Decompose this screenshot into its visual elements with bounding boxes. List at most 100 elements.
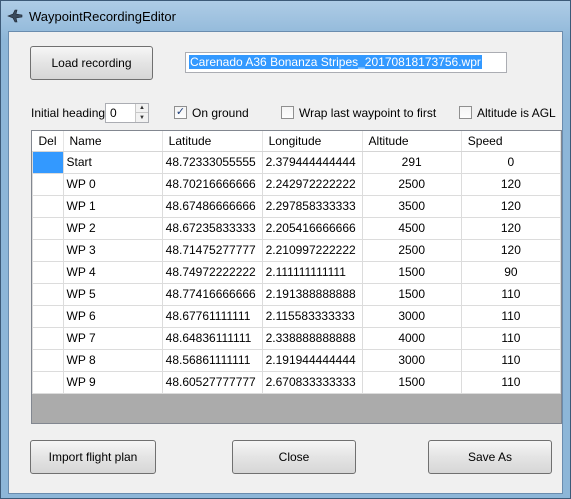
latitude-cell[interactable]: 48.64836111111	[161, 326, 263, 350]
longitude-cell[interactable]: 2.210997222222	[261, 238, 363, 262]
speed-cell[interactable]: 120	[460, 194, 561, 218]
column-header-speed[interactable]: Speed	[461, 131, 561, 152]
wrap-waypoint-checkbox[interactable]	[281, 106, 294, 119]
latitude-cell[interactable]: 48.60527777777	[161, 370, 263, 394]
speed-cell[interactable]: 110	[460, 282, 561, 306]
del-cell[interactable]	[32, 238, 64, 262]
table-row[interactable]: Start 48.72333055555 2.379444444444 291 0	[32, 150, 561, 174]
name-cell[interactable]: WP 7	[62, 326, 163, 350]
name-cell[interactable]: WP 8	[62, 348, 163, 372]
altitude-cell[interactable]: 1500	[361, 282, 462, 306]
column-header-altitude[interactable]: Altitude	[362, 131, 462, 152]
del-cell[interactable]	[32, 216, 64, 240]
latitude-cell[interactable]: 48.72333055555	[161, 150, 263, 174]
table-row[interactable]: WP 2 48.67235833333 2.205416666666 4500 120	[32, 216, 561, 240]
table-row[interactable]: WP 8 48.56861111111 2.191944444444 3000 110	[32, 348, 561, 372]
altitude-cell[interactable]: 3000	[361, 348, 462, 372]
latitude-cell[interactable]: 48.70216666666	[161, 172, 263, 196]
latitude-cell[interactable]: 48.56861111111	[161, 348, 263, 372]
name-cell[interactable]: WP 3	[62, 238, 163, 262]
del-cell[interactable]	[32, 260, 64, 284]
del-cell[interactable]	[32, 172, 64, 196]
speed-cell[interactable]: 110	[460, 348, 561, 372]
close-button[interactable]: Close	[232, 440, 356, 474]
name-cell[interactable]: Start	[62, 150, 163, 174]
altitude-cell[interactable]: 4000	[361, 326, 462, 350]
table-row[interactable]: WP 6 48.67761111111 2.115583333333 3000 110	[32, 304, 561, 328]
altitude-cell[interactable]: 1500	[361, 370, 462, 394]
column-header-del[interactable]: Del	[32, 131, 64, 152]
longitude-cell[interactable]: 2.297858333333	[261, 194, 363, 218]
altitude-cell[interactable]: 4500	[361, 216, 462, 240]
latitude-cell[interactable]: 48.71475277777	[161, 238, 263, 262]
column-header-latitude[interactable]: Latitude	[162, 131, 263, 152]
del-cell[interactable]	[32, 150, 64, 174]
speed-cell[interactable]: 110	[460, 304, 561, 328]
stepper-down-icon[interactable]: ▼	[136, 113, 148, 122]
longitude-cell[interactable]: 2.115583333333	[261, 304, 363, 328]
altitude-cell[interactable]: 291	[361, 150, 462, 174]
speed-cell[interactable]: 120	[460, 216, 561, 240]
speed-cell[interactable]: 120	[460, 238, 561, 262]
latitude-cell[interactable]: 48.67486666666	[161, 194, 263, 218]
on-ground-checkbox[interactable]: ✓	[174, 106, 187, 119]
table-row[interactable]: WP 9 48.60527777777 2.670833333333 1500 110	[32, 370, 561, 394]
filename-field[interactable]: Carenado A36 Bonanza Stripes_20170818173…	[185, 52, 507, 73]
longitude-cell[interactable]: 2.191388888888	[261, 282, 363, 306]
speed-cell[interactable]: 110	[460, 326, 561, 350]
del-cell[interactable]	[32, 348, 64, 372]
table-row[interactable]: WP 0 48.70216666666 2.242972222222 2500 120	[32, 172, 561, 196]
on-ground-label: On ground	[192, 106, 249, 120]
altitude-cell[interactable]: 3000	[361, 304, 462, 328]
table-row[interactable]: WP 1 48.67486666666 2.297858333333 3500 120	[32, 194, 561, 218]
name-cell[interactable]: WP 6	[62, 304, 163, 328]
latitude-cell[interactable]: 48.74972222222	[161, 260, 263, 284]
latitude-cell[interactable]: 48.77416666666	[161, 282, 263, 306]
table-row[interactable]: WP 7 48.64836111111 2.338888888888 4000 110	[32, 326, 561, 350]
altitude-agl-checkbox[interactable]	[459, 106, 472, 119]
speed-cell[interactable]: 0	[460, 150, 561, 174]
longitude-cell[interactable]: 2.111111111111	[261, 260, 363, 284]
longitude-cell[interactable]: 2.338888888888	[261, 326, 363, 350]
column-header-longitude[interactable]: Longitude	[262, 131, 363, 152]
name-cell[interactable]: WP 0	[62, 172, 163, 196]
del-cell[interactable]	[32, 370, 64, 394]
speed-cell[interactable]: 120	[460, 172, 561, 196]
latitude-cell[interactable]: 48.67235833333	[161, 216, 263, 240]
initial-heading-stepper[interactable]: 0 ▲ ▼	[105, 103, 149, 123]
altitude-cell[interactable]: 2500	[361, 172, 462, 196]
latitude-cell[interactable]: 48.67761111111	[161, 304, 263, 328]
speed-cell[interactable]: 90	[460, 260, 561, 284]
del-cell[interactable]	[32, 194, 64, 218]
column-header-name[interactable]: Name	[63, 131, 163, 152]
import-flight-plan-button[interactable]: Import flight plan	[30, 440, 156, 474]
stepper-up-icon[interactable]: ▲	[136, 104, 148, 113]
initial-heading-value: 0	[110, 106, 117, 120]
name-cell[interactable]: WP 4	[62, 260, 163, 284]
name-cell[interactable]: WP 5	[62, 282, 163, 306]
del-cell[interactable]	[32, 326, 64, 350]
del-cell[interactable]	[32, 282, 64, 306]
table-row[interactable]: WP 4 48.74972222222 2.111111111111 1500 90	[32, 260, 561, 284]
title-bar[interactable]: WaypointRecordingEditor	[1, 1, 570, 31]
load-recording-button[interactable]: Load recording	[30, 46, 153, 80]
table-row[interactable]: WP 3 48.71475277777 2.210997222222 2500 120	[32, 238, 561, 262]
altitude-cell[interactable]: 3500	[361, 194, 462, 218]
altitude-cell[interactable]: 1500	[361, 260, 462, 284]
altitude-cell[interactable]: 2500	[361, 238, 462, 262]
name-cell[interactable]: WP 1	[62, 194, 163, 218]
editor-window: WaypointRecordingEditor Load recording C…	[0, 0, 571, 499]
longitude-cell[interactable]: 2.379444444444	[261, 150, 363, 174]
save-as-button[interactable]: Save As	[428, 440, 552, 474]
longitude-cell[interactable]: 2.191944444444	[261, 348, 363, 372]
name-cell[interactable]: WP 9	[62, 370, 163, 394]
longitude-cell[interactable]: 2.670833333333	[261, 370, 363, 394]
longitude-cell[interactable]: 2.205416666666	[261, 216, 363, 240]
altitude-agl-label: Altitude is AGL	[477, 106, 556, 120]
longitude-cell[interactable]: 2.242972222222	[261, 172, 363, 196]
del-cell[interactable]	[32, 304, 64, 328]
speed-cell[interactable]: 110	[460, 370, 561, 394]
table-row[interactable]: WP 5 48.77416666666 2.191388888888 1500 110	[32, 282, 561, 306]
waypoint-grid[interactable]: Del Name Latitude Longitude Altitude Spe…	[31, 130, 562, 424]
name-cell[interactable]: WP 2	[62, 216, 163, 240]
